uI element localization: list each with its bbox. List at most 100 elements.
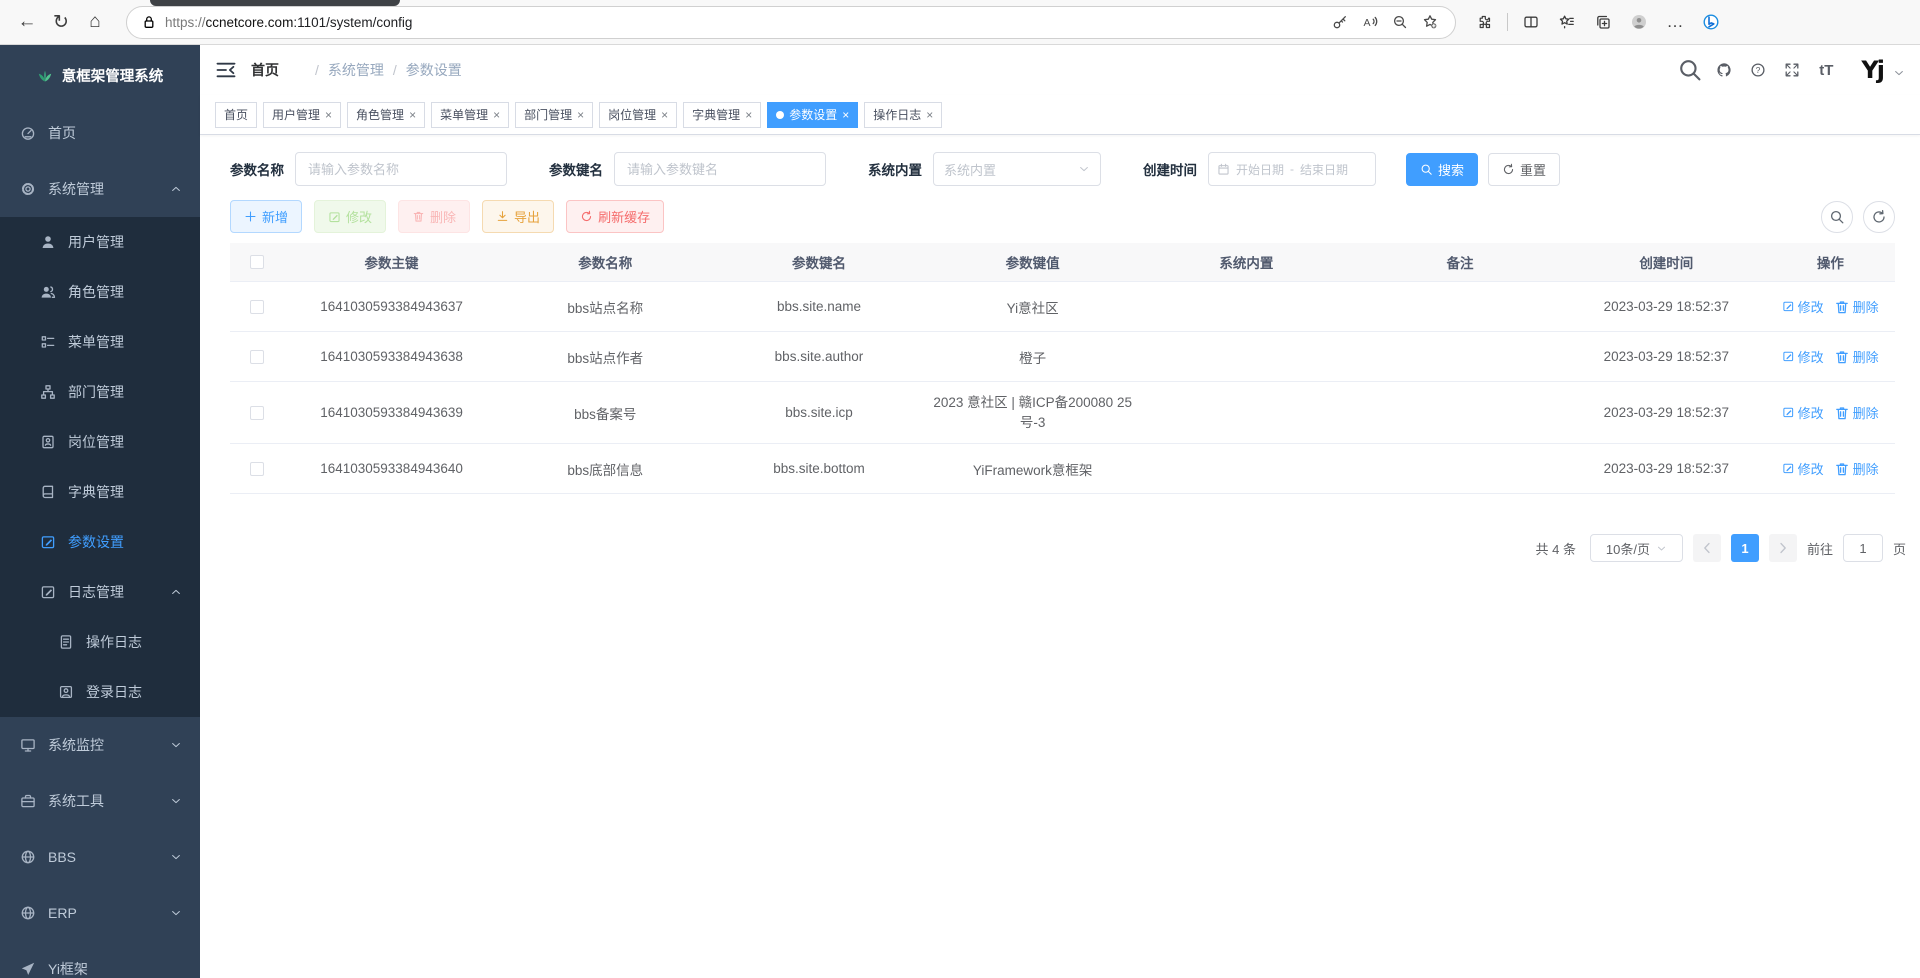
search-icon[interactable] — [1677, 57, 1703, 83]
row-checkbox[interactable] — [250, 462, 264, 476]
breadcrumb-home[interactable]: 首页 — [251, 60, 306, 80]
address-bar[interactable]: https://ccnetcore.com:1101/system/config… — [126, 6, 1456, 39]
password-key-icon[interactable] — [1325, 8, 1355, 36]
edit-button[interactable]: 修改 — [314, 200, 386, 233]
browser-back-button[interactable]: ← — [10, 5, 44, 39]
row-edit-link[interactable]: 修改 — [1782, 297, 1824, 316]
sidebar-item-yi-framework[interactable]: Yi框架 — [0, 941, 200, 978]
sidebar-item-post-management[interactable]: 岗位管理 — [0, 417, 200, 467]
add-button[interactable]: 新增 — [230, 200, 302, 233]
row-edit-link[interactable]: 修改 — [1782, 459, 1824, 478]
close-icon[interactable]: × — [926, 108, 933, 122]
profile-avatar[interactable] — [1623, 6, 1655, 38]
tab-post-management[interactable]: 岗位管理× — [599, 102, 677, 128]
user-logo-badge[interactable]: Yj — [1861, 56, 1883, 84]
row-delete-link[interactable]: 删除 — [1834, 403, 1879, 422]
collections-icon[interactable] — [1587, 6, 1619, 38]
row-edit-link[interactable]: 修改 — [1782, 347, 1824, 366]
show-search-toggle-button[interactable] — [1821, 201, 1853, 233]
filter-builtin-label: 系统内置 — [868, 159, 922, 179]
cell-id: 1641030593384943637 — [285, 282, 499, 331]
search-button[interactable]: 搜索 — [1406, 153, 1478, 186]
sidebar-item-log-management[interactable]: 日志管理 — [0, 567, 200, 617]
user-icon — [40, 234, 56, 250]
row-checkbox[interactable] — [250, 300, 264, 314]
goto-page-input[interactable] — [1843, 534, 1883, 562]
tab-config-settings[interactable]: 参数设置× — [767, 102, 858, 128]
close-icon[interactable]: × — [493, 108, 500, 122]
delete-button[interactable]: 删除 — [398, 200, 470, 233]
tab-operation-log[interactable]: 操作日志× — [864, 102, 942, 128]
sidebar-item-system-tools[interactable]: 系统工具 — [0, 773, 200, 829]
sidebar-item-label: 首页 — [48, 123, 76, 143]
close-icon[interactable]: × — [842, 108, 849, 122]
help-question-icon[interactable]: ? — [1745, 57, 1771, 83]
log-icon — [40, 584, 56, 600]
extensions-puzzle-icon[interactable] — [1468, 6, 1500, 38]
favorites-bar-icon[interactable] — [1551, 6, 1583, 38]
filter-date-range[interactable]: 开始日期 - 结束日期 — [1208, 152, 1376, 186]
browser-menu-dots[interactable]: … — [1659, 6, 1691, 38]
sidebar-fold-icon[interactable] — [215, 59, 237, 81]
text-size-icon[interactable]: tT — [1813, 57, 1839, 83]
split-screen-icon[interactable] — [1515, 6, 1547, 38]
tab-dict-management[interactable]: 字典管理× — [683, 102, 761, 128]
cell-time: 2023-03-29 18:52:37 — [1567, 444, 1766, 493]
prev-page-button[interactable] — [1693, 534, 1721, 562]
next-page-button[interactable] — [1769, 534, 1797, 562]
export-button[interactable]: 导出 — [482, 200, 554, 233]
filter-key-input[interactable] — [614, 152, 826, 186]
add-favorite-star-icon[interactable] — [1415, 8, 1445, 36]
filter-builtin-select[interactable]: 系统内置 — [933, 152, 1101, 186]
sidebar-item-operation-log[interactable]: 操作日志 — [0, 617, 200, 667]
close-icon[interactable]: × — [577, 108, 584, 122]
calendar-icon — [1217, 163, 1230, 176]
sidebar-item-system-monitor[interactable]: 系统监控 — [0, 717, 200, 773]
sidebar-item-dict-management[interactable]: 字典管理 — [0, 467, 200, 517]
sidebar-item-config-settings[interactable]: 参数设置 — [0, 517, 200, 567]
close-icon[interactable]: × — [325, 108, 332, 122]
select-all-checkbox[interactable] — [250, 255, 264, 269]
page-number-1[interactable]: 1 — [1731, 534, 1759, 562]
row-delete-link[interactable]: 删除 — [1834, 459, 1879, 478]
close-icon[interactable]: × — [745, 108, 752, 122]
delete-button-label: 删除 — [430, 207, 456, 226]
refresh-cache-button[interactable]: 刷新缓存 — [566, 200, 664, 233]
sidebar-item-user-management[interactable]: 用户管理 — [0, 217, 200, 267]
sidebar-item-department-management[interactable]: 部门管理 — [0, 367, 200, 417]
chevron-down-icon[interactable] — [1893, 67, 1905, 79]
sidebar-item-bbs[interactable]: BBS — [0, 829, 200, 885]
sidebar-item-menu-management[interactable]: 菜单管理 — [0, 317, 200, 367]
browser-refresh-button[interactable]: ↻ — [44, 5, 78, 39]
row-edit-link[interactable]: 修改 — [1782, 403, 1824, 422]
tab-home[interactable]: 首页 — [215, 102, 257, 128]
row-edit-label: 修改 — [1798, 403, 1824, 422]
tab-department-management[interactable]: 部门管理× — [515, 102, 593, 128]
tab-menu-management[interactable]: 菜单管理× — [431, 102, 509, 128]
filter-name-input[interactable] — [295, 152, 507, 186]
reset-button[interactable]: 重置 — [1488, 153, 1560, 186]
close-icon[interactable]: × — [661, 108, 668, 122]
bing-chat-icon[interactable] — [1695, 6, 1727, 38]
sidebar-item-home[interactable]: 首页 — [0, 105, 200, 161]
zoom-out-icon[interactable] — [1385, 8, 1415, 36]
sidebar-item-erp[interactable]: ERP — [0, 885, 200, 941]
sidebar-item-system-management[interactable]: 系统管理 — [0, 161, 200, 217]
github-icon[interactable] — [1711, 57, 1737, 83]
filter-key-label: 参数键名 — [549, 159, 603, 179]
row-delete-link[interactable]: 删除 — [1834, 297, 1879, 316]
tab-role-management[interactable]: 角色管理× — [347, 102, 425, 128]
row-checkbox[interactable] — [250, 406, 264, 420]
sidebar-item-role-management[interactable]: 角色管理 — [0, 267, 200, 317]
sidebar-item-login-log[interactable]: 登录日志 — [0, 667, 200, 717]
browser-home-button[interactable]: ⌂ — [78, 5, 112, 39]
lock-icon[interactable] — [141, 14, 157, 30]
fullscreen-icon[interactable] — [1779, 57, 1805, 83]
page-size-select[interactable]: 10条/页 — [1590, 534, 1683, 562]
read-aloud-icon[interactable]: A — [1355, 8, 1385, 36]
row-delete-link[interactable]: 删除 — [1834, 347, 1879, 366]
refresh-table-button[interactable] — [1863, 201, 1895, 233]
tab-user-management[interactable]: 用户管理× — [263, 102, 341, 128]
close-icon[interactable]: × — [409, 108, 416, 122]
row-checkbox[interactable] — [250, 350, 264, 364]
